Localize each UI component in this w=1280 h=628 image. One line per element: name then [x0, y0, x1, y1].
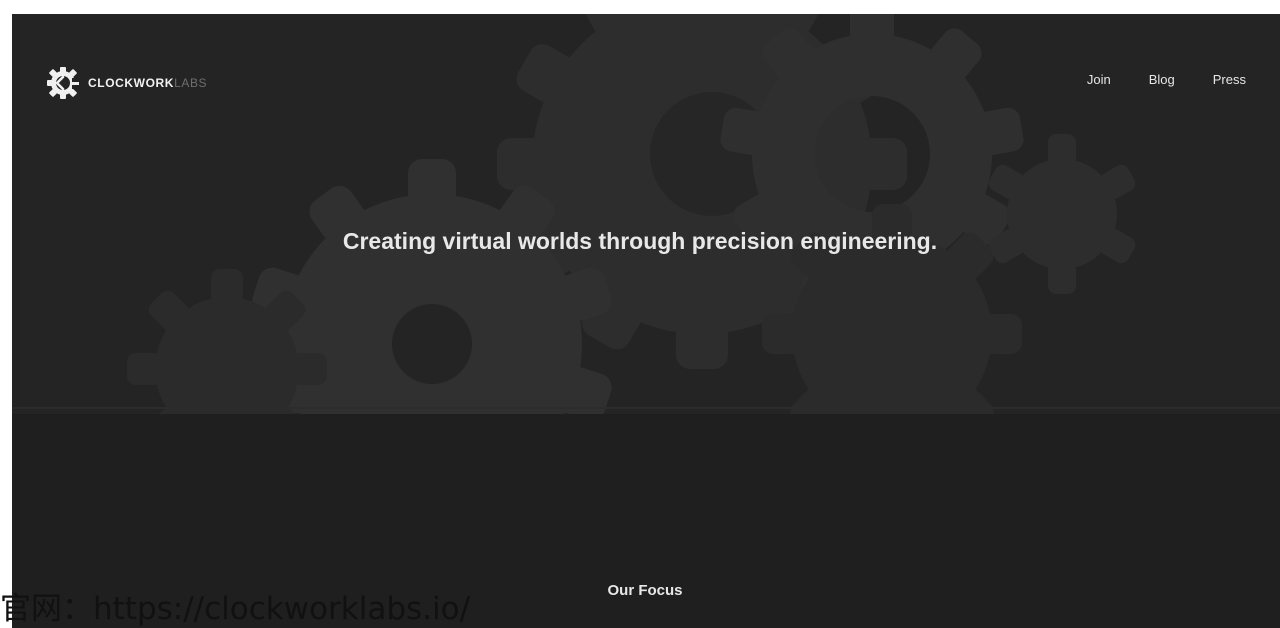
clockwork-gear-logo-icon	[47, 67, 80, 99]
logo[interactable]: CLOCKWORKLABS	[46, 66, 207, 100]
source-watermark: 官网：https://clockworklabs.io/	[0, 591, 471, 627]
nav-link-blog[interactable]: Blog	[1149, 72, 1175, 87]
logo-wordmark: CLOCKWORKLABS	[88, 76, 207, 90]
hero-section: CLOCKWORKLABS Join Blog Press Creating v…	[12, 14, 1280, 414]
section-divider	[12, 407, 1280, 409]
hero-tagline: Creating virtual worlds through precisio…	[342, 228, 938, 254]
site-header: CLOCKWORKLABS Join Blog Press	[12, 14, 1280, 154]
nav-link-press[interactable]: Press	[1213, 72, 1246, 87]
page-frame: CLOCKWORKLABS Join Blog Press Creating v…	[12, 14, 1280, 628]
nav-link-join[interactable]: Join	[1087, 72, 1111, 87]
logo-name: CLOCKWORK	[88, 76, 175, 90]
main-nav: Join Blog Press	[1087, 72, 1246, 87]
logo-suffix: LABS	[174, 76, 208, 90]
